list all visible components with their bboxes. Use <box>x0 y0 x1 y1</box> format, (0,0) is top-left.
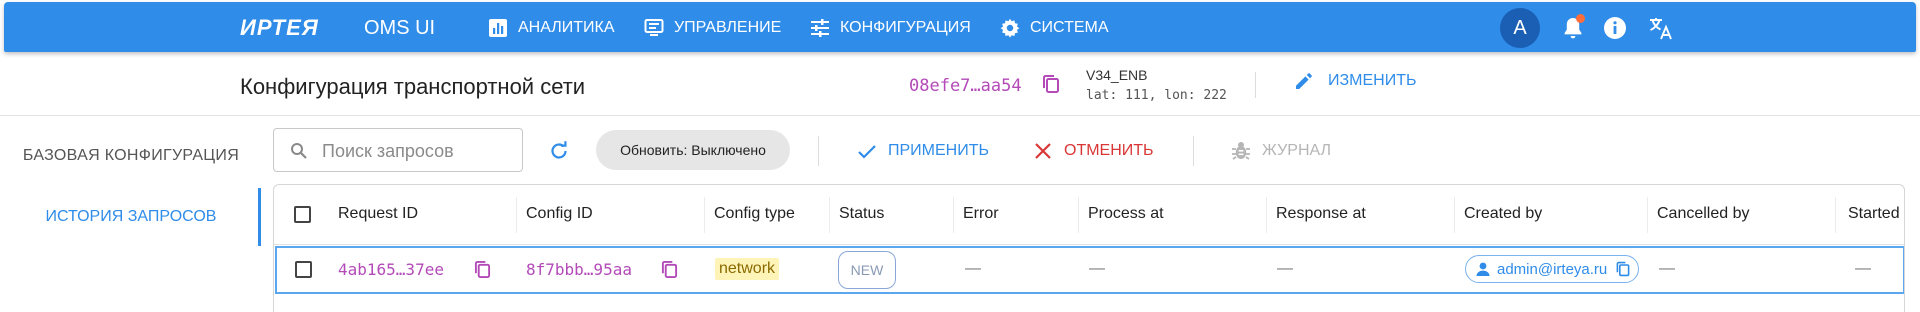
select-all-checkbox[interactable] <box>294 206 311 223</box>
search-input[interactable] <box>322 139 512 163</box>
gear-icon <box>1000 18 1020 38</box>
divider <box>1255 72 1256 98</box>
column-divider <box>516 197 517 233</box>
active-tab-indicator <box>258 188 261 246</box>
close-icon <box>1035 143 1051 159</box>
column-header-process-at[interactable]: Process at <box>1088 205 1164 223</box>
cancelled-by-cell: — <box>1659 260 1675 277</box>
log-button-label: ЖУРНАЛ <box>1262 142 1332 159</box>
column-header-started[interactable]: Started <box>1848 205 1900 223</box>
copy-icon[interactable] <box>474 260 491 279</box>
search-icon <box>291 143 307 159</box>
nav-system-label: СИСТЕМА <box>1030 19 1109 36</box>
config-id-link[interactable]: 8f7bbb…95aa <box>526 260 632 279</box>
column-divider <box>1454 197 1455 233</box>
cancel-button[interactable]: ОТМЕНИТЬ <box>1032 140 1154 162</box>
copy-icon[interactable] <box>1615 261 1631 277</box>
column-header-config-type[interactable]: Config type <box>714 205 795 223</box>
nav-management-label: УПРАВЛЕНИЕ <box>674 19 782 36</box>
request-id-link[interactable]: 4ab165…37ee <box>338 260 444 279</box>
column-divider <box>1835 197 1836 233</box>
brand-logo[interactable]: ИРТЕЯ <box>240 15 319 41</box>
divider <box>818 136 819 166</box>
enb-name: V34_ENB <box>1086 67 1148 83</box>
bug-icon <box>1232 142 1250 160</box>
divider <box>1193 136 1194 166</box>
page-header: Конфигурация транспортной сети 08efe7…aa… <box>0 52 1920 116</box>
column-header-request-id[interactable]: Request ID <box>338 205 418 223</box>
pencil-icon <box>1296 73 1312 89</box>
translate-icon[interactable] <box>1648 15 1674 41</box>
column-divider <box>829 197 830 233</box>
page-title: Конфигурация транспортной сети <box>240 74 586 99</box>
apply-button-label: ПРИМЕНИТЬ <box>888 142 989 159</box>
cancel-button-label: ОТМЕНИТЬ <box>1064 142 1154 159</box>
column-divider <box>1266 197 1267 233</box>
notification-badge <box>1576 14 1585 23</box>
column-header-response-at[interactable]: Response at <box>1276 205 1366 223</box>
monitor-icon <box>644 19 664 36</box>
config-type-tag: network <box>715 258 780 280</box>
sidebar: БАЗОВАЯ КОНФИГУРАЦИЯ ИСТОРИЯ ЗАПРОСОВ <box>0 116 262 312</box>
sliders-icon <box>811 19 829 37</box>
nav-configuration-label: КОНФИГУРАЦИЯ <box>840 19 971 36</box>
row-checkbox[interactable] <box>295 261 312 278</box>
created-by-chip[interactable]: admin@irteya.ru <box>1465 255 1639 283</box>
info-icon[interactable] <box>1603 16 1627 40</box>
user-avatar[interactable]: A <box>1500 8 1540 48</box>
table-row[interactable]: 4ab165…37ee 8f7bbb…95aa network NEW — — … <box>275 246 1904 294</box>
sidebar-item-base-config[interactable]: БАЗОВАЯ КОНФИГУРАЦИЯ <box>0 147 262 165</box>
coordinates: lat: 111, lon: 222 <box>1086 88 1227 103</box>
nav-configuration[interactable]: КОНФИГУРАЦИЯ <box>810 17 971 39</box>
status-badge: NEW <box>838 251 896 289</box>
auto-refresh-chip[interactable]: Обновить: Выключено <box>596 130 790 170</box>
analytics-icon <box>489 19 507 37</box>
column-divider <box>704 197 705 233</box>
nav-analytics-label: АНАЛИТИКА <box>518 19 615 36</box>
edit-button[interactable]: ИЗМЕНИТЬ <box>1294 71 1417 91</box>
sidebar-item-request-history[interactable]: ИСТОРИЯ ЗАПРОСОВ <box>0 208 262 226</box>
copy-icon[interactable] <box>661 260 678 279</box>
column-header-cancelled-by[interactable]: Cancelled by <box>1657 205 1750 223</box>
edit-button-label: ИЗМЕНИТЬ <box>1328 72 1417 89</box>
column-header-config-id[interactable]: Config ID <box>526 205 593 223</box>
check-icon <box>858 145 876 159</box>
table-header: Request ID Config ID Config type Status … <box>274 185 1904 245</box>
column-header-status[interactable]: Status <box>839 205 884 223</box>
column-divider <box>1078 197 1079 233</box>
copy-icon[interactable] <box>1042 74 1060 94</box>
search-box[interactable] <box>273 128 523 172</box>
config-hash[interactable]: 08efe7…aa54 <box>909 76 1022 96</box>
nav-analytics[interactable]: АНАЛИТИКА <box>488 17 615 39</box>
top-app-bar: ИРТЕЯ OMS UI АНАЛИТИКА УПРАВЛЕНИЕ КОНФИГ… <box>4 2 1916 52</box>
nav-management[interactable]: УПРАВЛЕНИЕ <box>644 17 781 39</box>
created-by-user: admin@irteya.ru <box>1497 260 1608 278</box>
log-button[interactable]: ЖУРНАЛ <box>1230 140 1331 162</box>
column-header-error[interactable]: Error <box>963 205 999 223</box>
column-divider <box>953 197 954 233</box>
person-icon <box>1476 262 1490 276</box>
response-at-cell: — <box>1277 260 1293 277</box>
requests-table: Request ID Config ID Config type Status … <box>273 184 1905 312</box>
error-cell: — <box>965 260 981 277</box>
column-divider <box>1647 197 1648 233</box>
apply-button[interactable]: ПРИМЕНИТЬ <box>856 140 989 162</box>
refresh-icon[interactable] <box>548 140 570 162</box>
nav-system[interactable]: СИСТЕМА <box>1000 17 1109 39</box>
product-name: OMS UI <box>364 17 436 39</box>
column-header-created-by[interactable]: Created by <box>1464 205 1542 223</box>
started-cell: — <box>1855 260 1871 277</box>
process-at-cell: — <box>1089 260 1105 277</box>
